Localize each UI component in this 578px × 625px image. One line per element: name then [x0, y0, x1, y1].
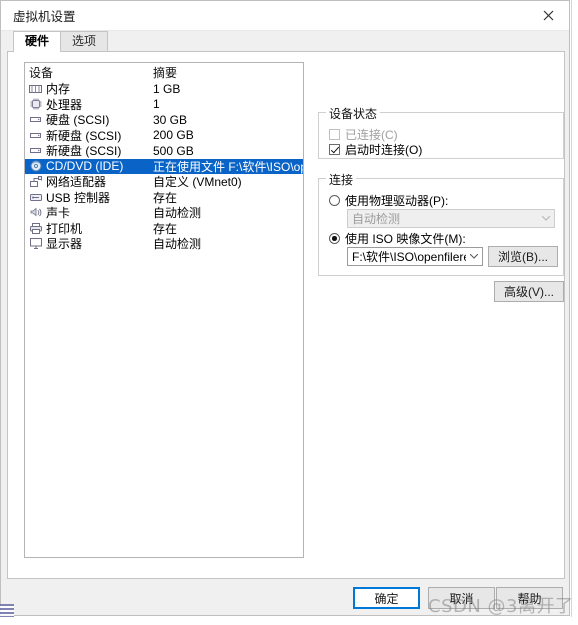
use-iso-image-label: 使用 ISO 映像文件(M): — [345, 232, 466, 246]
device-row-10[interactable]: 显示器 自动检测 — [25, 236, 303, 252]
network-icon — [29, 176, 42, 188]
device-row-3[interactable]: 新硬盘 (SCSI) 200 GB — [25, 128, 303, 144]
device-rows: 内存 1 GB 处理器 1 硬盘 (SCSI) 30 GB 新硬盘 (SCSI) 200 GB… — [25, 81, 303, 252]
help-button[interactable]: 帮助 — [496, 587, 563, 609]
device-row-0[interactable]: 内存 1 GB — [25, 81, 303, 97]
harddisk-icon — [29, 145, 42, 157]
desktop-bottom-edge — [0, 617, 578, 625]
device-row-label: 声卡 — [46, 206, 71, 221]
device-row-summary: 存在 — [153, 221, 178, 236]
chevron-down-icon — [538, 216, 554, 221]
device-row-summary: 1 GB — [153, 81, 181, 96]
header-summary: 摘要 — [153, 65, 178, 80]
connection-title: 连接 — [326, 171, 357, 188]
device-row-label: 硬盘 (SCSI) — [46, 113, 110, 128]
cpu-icon — [29, 98, 42, 110]
harddisk-icon — [29, 129, 42, 141]
use-physical-drive-label: 使用物理驱动器(P): — [345, 194, 449, 208]
device-row-8[interactable]: 声卡 自动检测 — [25, 205, 303, 221]
printer-icon — [29, 222, 42, 234]
device-row-9[interactable]: 打印机 存在 — [25, 221, 303, 237]
vm-settings-dialog: 虚拟机设置 硬件 选项 设备 摘要 内存 1 GB 处理器 1 硬盘 (SCSI) 30 … — [0, 0, 570, 616]
device-row-label: USB 控制器 — [46, 190, 111, 205]
ok-button[interactable]: 确定 — [353, 587, 420, 609]
tab-options[interactable]: 选项 — [60, 31, 109, 52]
device-row-name-cell: 内存 — [29, 80, 153, 97]
iso-path-combo-value[interactable]: F:\软件\ISO\openfileresa-2.9 — [348, 248, 466, 265]
device-row-label: 显示器 — [46, 237, 83, 252]
device-row-name-cell: 新硬盘 (SCSI) — [29, 142, 153, 159]
close-icon[interactable] — [527, 1, 569, 30]
device-row-summary: 存在 — [153, 190, 178, 205]
physical-drive-combo: 自动检测 — [347, 209, 555, 228]
device-row-summary: 正在使用文件 F:\软件\ISO\ope... — [153, 159, 303, 174]
device-row-name-cell: USB 控制器 — [29, 189, 153, 206]
device-row-summary: 自动检测 — [153, 206, 202, 221]
device-row-7[interactable]: USB 控制器 存在 — [25, 190, 303, 206]
device-row-4[interactable]: 新硬盘 (SCSI) 500 GB — [25, 143, 303, 159]
advanced-button[interactable]: 高级(V)... — [494, 281, 564, 302]
connect-at-power-on-checkbox-box[interactable] — [329, 144, 340, 155]
window-title: 虚拟机设置 — [13, 10, 76, 24]
device-list[interactable]: 设备 摘要 内存 1 GB 处理器 1 硬盘 (SCSI) 30 GB 新硬盘 (SCSI)… — [24, 62, 304, 558]
hardware-tab-page: 设备 摘要 内存 1 GB 处理器 1 硬盘 (SCSI) 30 GB 新硬盘 (SCSI)… — [7, 51, 565, 615]
device-row-name-cell: 处理器 — [29, 96, 153, 113]
use-iso-image-radio-box[interactable] — [329, 233, 340, 244]
device-row-label: 内存 — [46, 82, 71, 97]
device-row-2[interactable]: 硬盘 (SCSI) 30 GB — [25, 112, 303, 128]
desktop-right-edge — [571, 0, 578, 625]
device-row-label: 网络适配器 — [46, 175, 107, 190]
device-row-5[interactable]: CD/DVD (IDE) 正在使用文件 F:\软件\ISO\ope... — [25, 158, 303, 174]
device-row-name-cell: 新硬盘 (SCSI) — [29, 127, 153, 144]
device-status-group: 设备状态 已连接(C) 启动时连接(O) — [318, 105, 564, 159]
tab-hardware[interactable]: 硬件 — [13, 31, 62, 52]
device-row-summary: 1 — [153, 97, 160, 112]
device-row-name-cell: 网络适配器 — [29, 173, 153, 190]
device-row-name-cell: 硬盘 (SCSI) — [29, 111, 153, 128]
iso-path-combo[interactable]: F:\软件\ISO\openfileresa-2.9 — [347, 247, 483, 266]
header-device: 设备 — [29, 65, 54, 80]
device-row-1[interactable]: 处理器 1 — [25, 97, 303, 113]
device-row-label: CD/DVD (IDE) — [46, 159, 124, 174]
harddisk-icon — [29, 114, 42, 126]
device-row-name-cell: CD/DVD (IDE) — [29, 159, 153, 173]
device-row-name-cell: 显示器 — [29, 235, 153, 252]
device-row-name-cell: 打印机 — [29, 220, 153, 237]
dialog-footer: 确定 取消 帮助 — [1, 579, 569, 615]
use-physical-drive-radio-box[interactable] — [329, 195, 340, 206]
connect-at-power-on-checkbox[interactable]: 启动时连接(O) — [329, 141, 422, 158]
device-row-summary: 500 GB — [153, 143, 194, 158]
device-row-6[interactable]: 网络适配器 自定义 (VMnet0) — [25, 174, 303, 190]
device-list-header: 设备 摘要 — [25, 63, 303, 81]
sound-icon — [29, 207, 42, 219]
device-row-label: 新硬盘 (SCSI) — [46, 144, 122, 159]
display-icon — [29, 238, 42, 250]
usb-icon — [29, 191, 42, 203]
use-iso-image-radio[interactable]: 使用 ISO 映像文件(M): — [329, 230, 466, 247]
title-bar: 虚拟机设置 — [1, 1, 569, 31]
cddvd-icon — [29, 160, 42, 172]
browse-button[interactable]: 浏览(B)... — [488, 246, 558, 267]
tab-strip: 硬件 选项 — [1, 31, 569, 52]
use-physical-drive-radio[interactable]: 使用物理驱动器(P): — [329, 192, 448, 209]
device-row-label: 处理器 — [46, 97, 83, 112]
memory-icon — [29, 83, 42, 95]
device-row-name-cell: 声卡 — [29, 204, 153, 221]
device-row-summary: 200 GB — [153, 128, 194, 143]
device-row-label: 打印机 — [46, 221, 83, 236]
device-row-summary: 30 GB — [153, 112, 188, 127]
device-row-summary: 自定义 (VMnet0) — [153, 175, 242, 190]
cancel-button[interactable]: 取消 — [428, 587, 495, 609]
chevron-down-icon[interactable] — [466, 254, 482, 259]
taskbar-sliver — [0, 604, 14, 618]
device-row-label: 新硬盘 (SCSI) — [46, 128, 122, 143]
connected-checkbox-box — [329, 129, 340, 140]
device-row-summary: 自动检测 — [153, 237, 202, 252]
physical-drive-combo-value: 自动检测 — [352, 212, 401, 226]
device-status-title: 设备状态 — [326, 105, 381, 122]
connect-at-power-on-label: 启动时连接(O) — [345, 143, 423, 157]
